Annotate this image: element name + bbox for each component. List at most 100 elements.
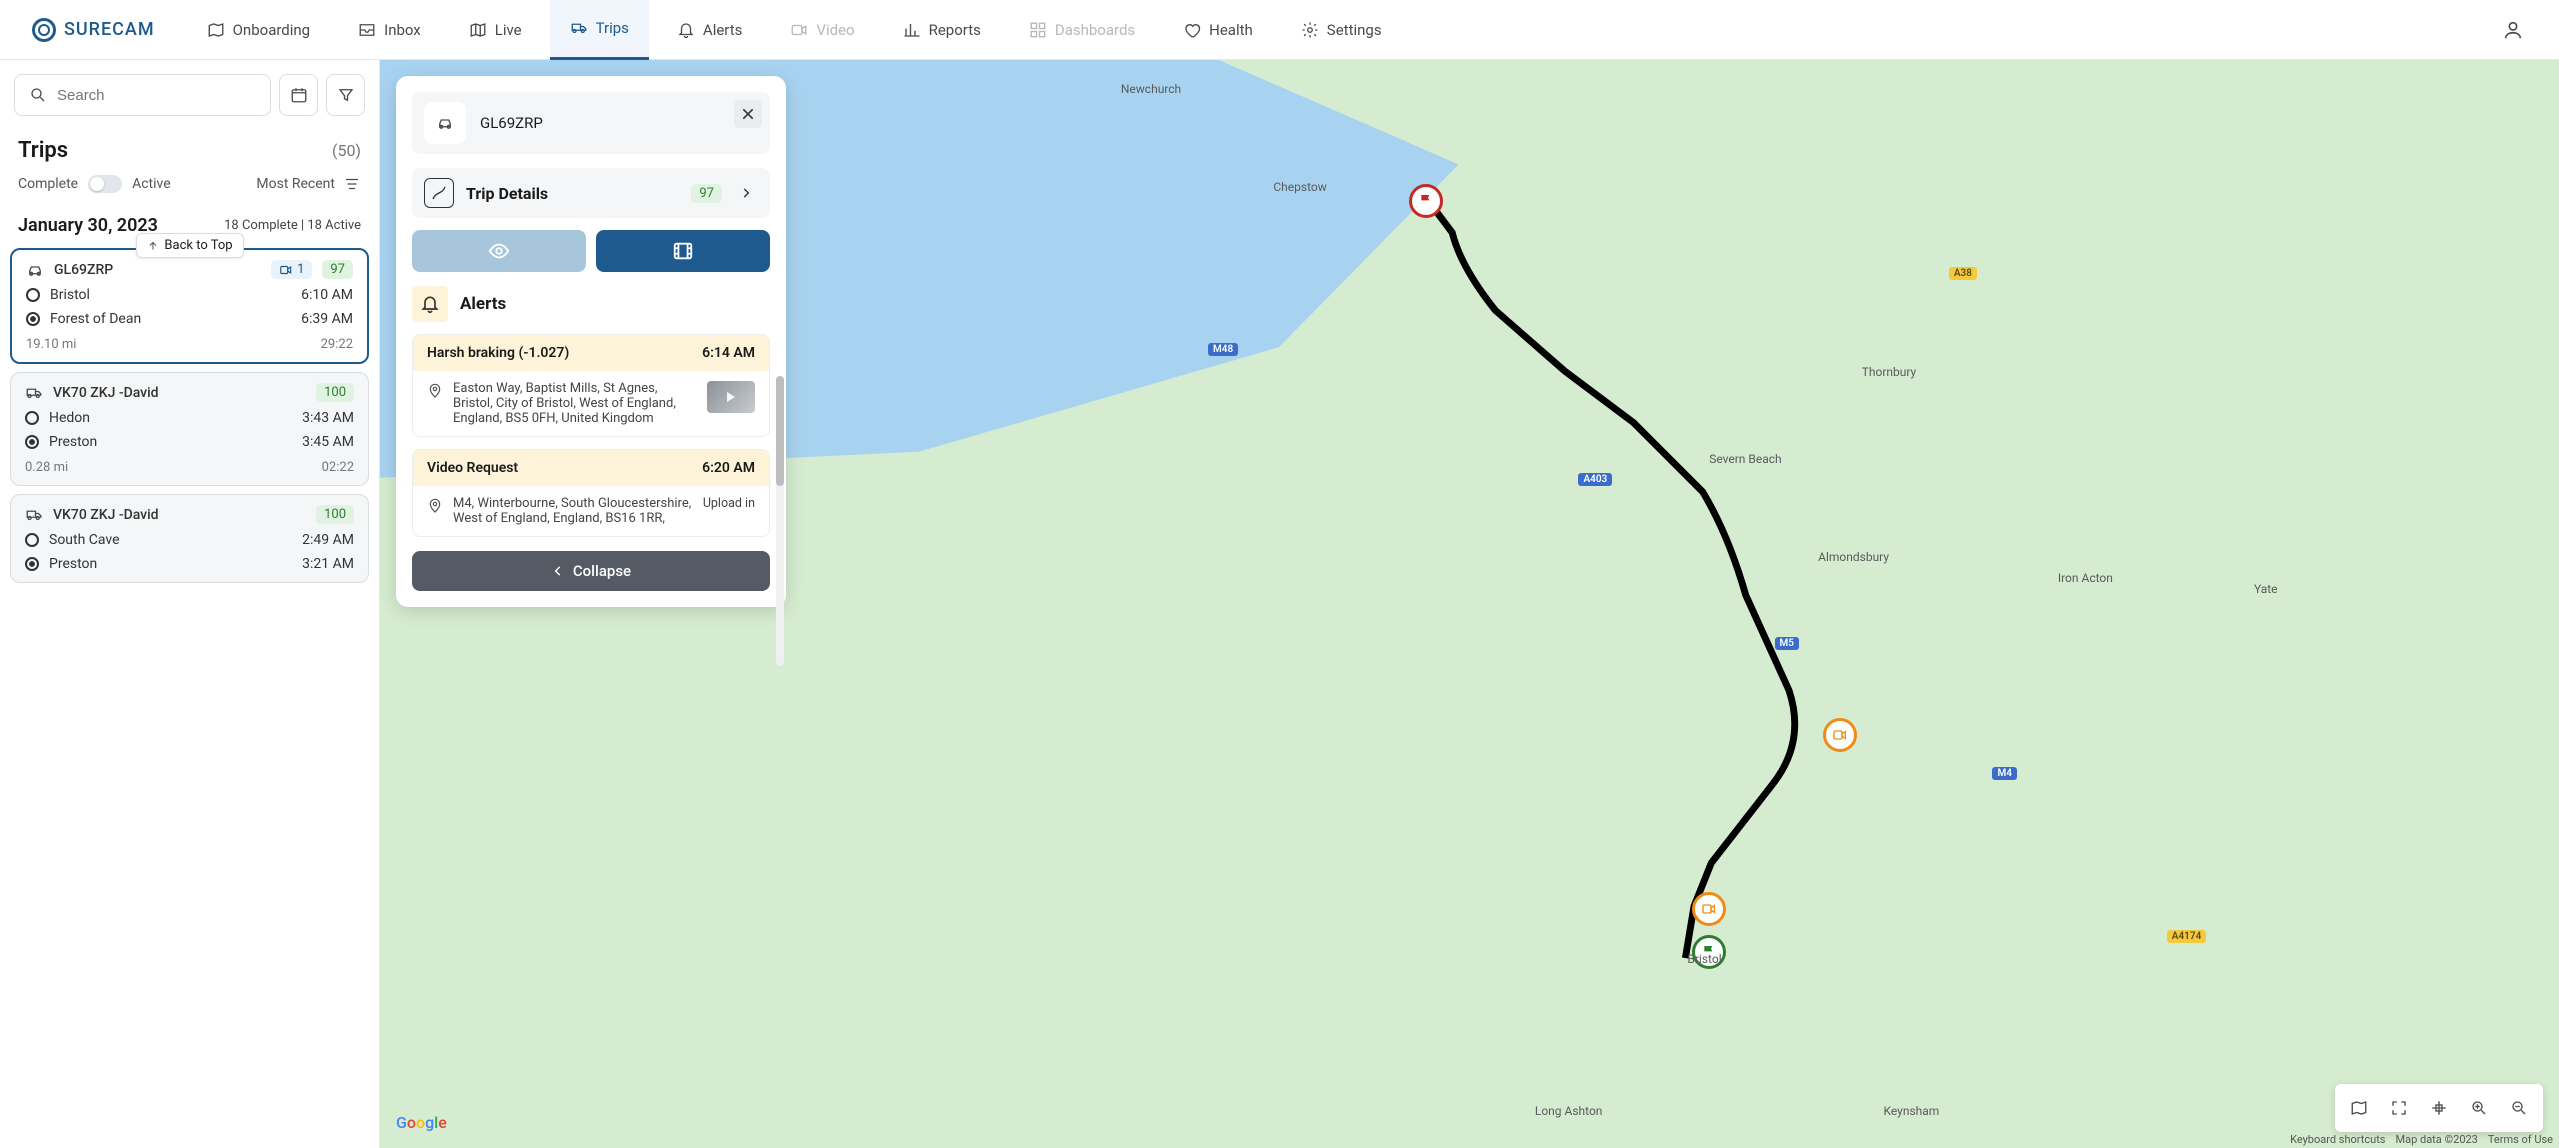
nav-alerts[interactable]: Alerts <box>657 0 763 60</box>
nav-dashboards[interactable]: Dashboards <box>1009 0 1155 60</box>
map-canvas[interactable]: Newchurch Chepstow Severn Beach Almondsb… <box>380 60 2559 1148</box>
vehicle-icon-box <box>424 102 466 144</box>
close-icon <box>740 106 756 122</box>
truck-small-icon <box>25 506 43 524</box>
dest-icon <box>25 435 39 449</box>
nav-onboarding[interactable]: Onboarding <box>187 0 331 60</box>
nav-label: Live <box>495 21 522 39</box>
nav-health[interactable]: Health <box>1163 0 1273 60</box>
zoom-in-icon <box>2470 1099 2488 1117</box>
fullscreen-button[interactable] <box>2381 1090 2417 1126</box>
nav-label: Onboarding <box>233 21 311 39</box>
eye-icon <box>488 240 510 262</box>
trip-details-title: Trip Details <box>466 184 679 203</box>
keyboard-shortcuts-link[interactable]: Keyboard shortcuts <box>2290 1133 2385 1146</box>
close-panel-button[interactable] <box>734 100 762 128</box>
score-badge: 100 <box>316 505 354 524</box>
map-type-button[interactable] <box>2341 1090 2377 1126</box>
map-icon <box>2350 1099 2368 1117</box>
nav-label: Reports <box>929 21 981 39</box>
film-icon <box>672 240 694 262</box>
panel-scrollbar[interactable] <box>776 376 784 666</box>
path-icon <box>430 184 448 202</box>
alerts-title: Alerts <box>460 294 506 314</box>
map-data-label: Map data ©2023 <box>2396 1133 2478 1146</box>
vehicle-id: GL69ZRP <box>54 262 261 278</box>
panel-score: 97 <box>691 184 722 203</box>
origin-name: Bristol <box>50 287 90 303</box>
bell-icon <box>420 294 440 314</box>
nav-inbox[interactable]: Inbox <box>338 0 441 60</box>
trips-title: Trips <box>18 138 68 163</box>
collapse-button[interactable]: Collapse <box>412 551 770 591</box>
expand-details-button[interactable] <box>734 181 758 205</box>
map-icon <box>469 21 487 39</box>
route-icon <box>424 178 454 208</box>
collapse-label: Collapse <box>573 562 631 580</box>
origin-name: Hedon <box>49 410 90 426</box>
nav-label: Alerts <box>703 21 743 39</box>
zoom-out-button[interactable] <box>2501 1090 2537 1126</box>
filter-button[interactable] <box>326 74 365 116</box>
sort-dropdown[interactable]: Most Recent <box>256 175 361 193</box>
trip-card[interactable]: VK70 ZKJ -David 100 Hedon3:43 AM Preston… <box>10 372 369 486</box>
trip-details-row[interactable]: Trip Details 97 <box>412 168 770 218</box>
video-small-icon <box>279 263 293 277</box>
alert-status: Upload in <box>703 496 755 511</box>
alert-card[interactable]: Harsh braking (-1.027) 6:14 AM Easton Wa… <box>412 334 770 437</box>
complete-active-toggle[interactable] <box>88 175 122 193</box>
dest-icon <box>26 312 40 326</box>
recenter-button[interactable] <box>2421 1090 2457 1126</box>
zoom-in-button[interactable] <box>2461 1090 2497 1126</box>
car-icon <box>436 114 454 132</box>
nav-label: Inbox <box>384 21 421 39</box>
gear-icon <box>1301 21 1319 39</box>
user-icon <box>2502 19 2524 41</box>
calendar-button[interactable] <box>279 74 318 116</box>
trip-distance: 19.10 mi <box>26 337 76 352</box>
search-box[interactable] <box>14 74 271 116</box>
date-heading: January 30, 2023 <box>18 215 158 236</box>
back-to-top-button[interactable]: Back to Top <box>135 233 243 258</box>
alert-video-thumb[interactable] <box>707 381 755 413</box>
dest-icon <box>25 557 39 571</box>
nav-label: Settings <box>1327 21 1382 39</box>
logo: SURECAM <box>32 18 155 42</box>
origin-icon <box>25 533 39 547</box>
dest-name: Preston <box>49 556 97 572</box>
alert-time: 6:20 AM <box>702 460 755 476</box>
nav-reports[interactable]: Reports <box>883 0 1001 60</box>
trip-list[interactable]: January 30, 2023 18 Complete | 18 Active… <box>0 207 379 1148</box>
terms-link[interactable]: Terms of Use <box>2488 1133 2553 1146</box>
nav-video[interactable]: Video <box>770 0 874 60</box>
logo-text: SURECAM <box>64 19 155 40</box>
alert-card[interactable]: Video Request 6:20 AM M4, Winterbourne, … <box>412 449 770 537</box>
trip-card[interactable]: GL69ZRP 1 97 Bristol6:10 AM Forest of De… <box>10 248 369 364</box>
nav-trips[interactable]: Trips <box>550 0 649 60</box>
user-menu[interactable] <box>2499 16 2527 44</box>
video-tab[interactable] <box>596 230 770 272</box>
logo-icon <box>32 18 56 42</box>
truck-icon <box>570 19 588 37</box>
view-tab[interactable] <box>412 230 586 272</box>
chevron-right-icon <box>739 186 753 200</box>
map-open-icon <box>207 21 225 39</box>
alert-address: M4, Winterbourne, South Gloucestershire,… <box>453 496 693 526</box>
origin-time: 2:49 AM <box>302 532 354 548</box>
dashboard-icon <box>1029 21 1047 39</box>
search-input[interactable] <box>57 87 256 104</box>
origin-time: 6:10 AM <box>301 287 353 303</box>
origin-name: South Cave <box>49 532 120 548</box>
score-badge: 100 <box>316 383 354 402</box>
search-icon <box>29 86 47 104</box>
nav-live[interactable]: Live <box>449 0 542 60</box>
crosshair-icon <box>2430 1099 2448 1117</box>
trip-duration: 29:22 <box>321 337 353 352</box>
trip-card[interactable]: VK70 ZKJ -David 100 South Cave2:49 AM Pr… <box>10 494 369 583</box>
zoom-out-icon <box>2510 1099 2528 1117</box>
nav-settings[interactable]: Settings <box>1281 0 1402 60</box>
dest-time: 6:39 AM <box>301 311 353 327</box>
sidebar: Trips (50) Complete Active Most Recent J… <box>0 60 380 1148</box>
chart-icon <box>903 21 921 39</box>
dest-name: Preston <box>49 434 97 450</box>
